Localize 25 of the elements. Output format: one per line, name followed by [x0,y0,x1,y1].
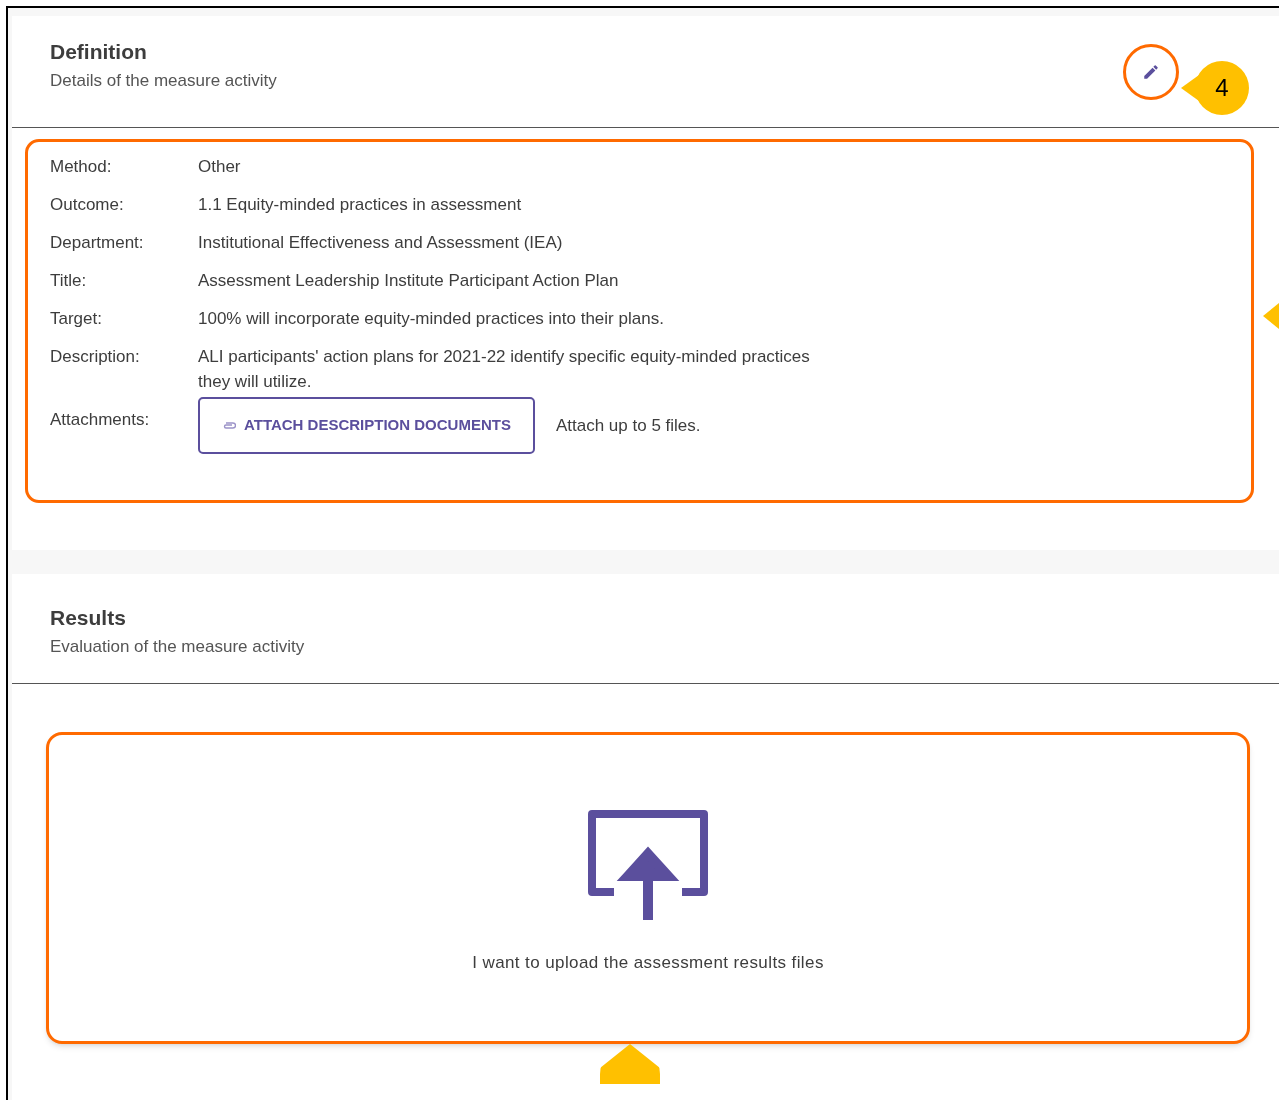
field-label: Method: [50,156,113,178]
field-value: Assessment Leadership Institute Participant Action Plan [198,270,620,292]
section-title: Definition [50,39,148,65]
edit-button[interactable] [1123,44,1179,100]
section-subtitle: Details of the measure activity [50,69,277,92]
callout-marker [600,1044,660,1084]
field-label: Target: [50,308,103,330]
upload-icon [588,810,708,920]
attach-hint: Attach up to 5 files. [555,415,701,437]
field-value: Other [198,156,242,178]
section-title: Results [50,605,127,631]
pencil-icon [1142,63,1160,81]
field-label: Department: [50,232,145,254]
upload-dropzone[interactable]: I want to upload the assessment results files [46,732,1250,1044]
field-value: 1.1 Equity-minded practices in assessment [198,194,523,216]
field-label: Outcome: [50,194,125,216]
field-value: 100% will incorporate equity-minded practices into their plans. [198,308,665,330]
field-label: Description: [50,346,141,368]
field-value: Institutional Effectiveness and Assessment (IEA) [198,232,564,254]
field-label: Attachments: [50,409,151,431]
field-label: Title: [50,270,88,292]
paperclip-icon [222,421,236,430]
field-value: ALI participants' action plans for 2021-22 identify specific equity-minded practices they will utilize. [198,346,811,393]
attach-button[interactable]: ATTACH DESCRIPTION DOCUMENTS [198,397,535,454]
section-subtitle: Evaluation of the measure activity [50,635,306,658]
